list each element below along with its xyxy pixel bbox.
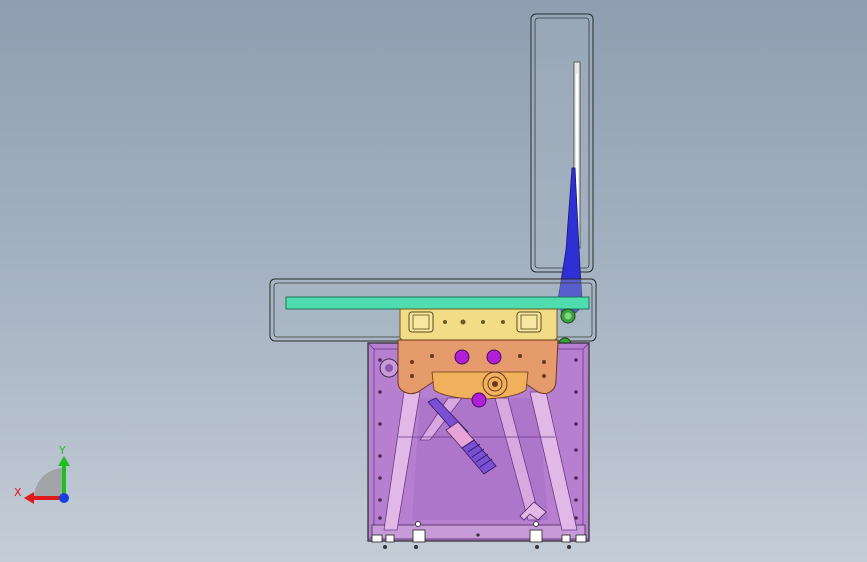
cad-model[interactable]	[0, 0, 867, 562]
vertical-arm-housing[interactable]	[530, 13, 594, 273]
linear-guide-rail[interactable]	[285, 296, 590, 310]
graphics-viewport[interactable]: X Y	[0, 0, 867, 562]
eccentric-bearing[interactable]	[482, 371, 508, 397]
x-axis-label: X	[14, 486, 22, 499]
triad-xy-plane	[34, 468, 64, 498]
y-axis-label: Y	[58, 444, 66, 457]
axis-triad: X Y	[14, 444, 70, 504]
z-axis-dot	[59, 493, 69, 503]
position-sensor[interactable]	[560, 308, 576, 324]
pivot-bearing[interactable]	[379, 358, 399, 378]
